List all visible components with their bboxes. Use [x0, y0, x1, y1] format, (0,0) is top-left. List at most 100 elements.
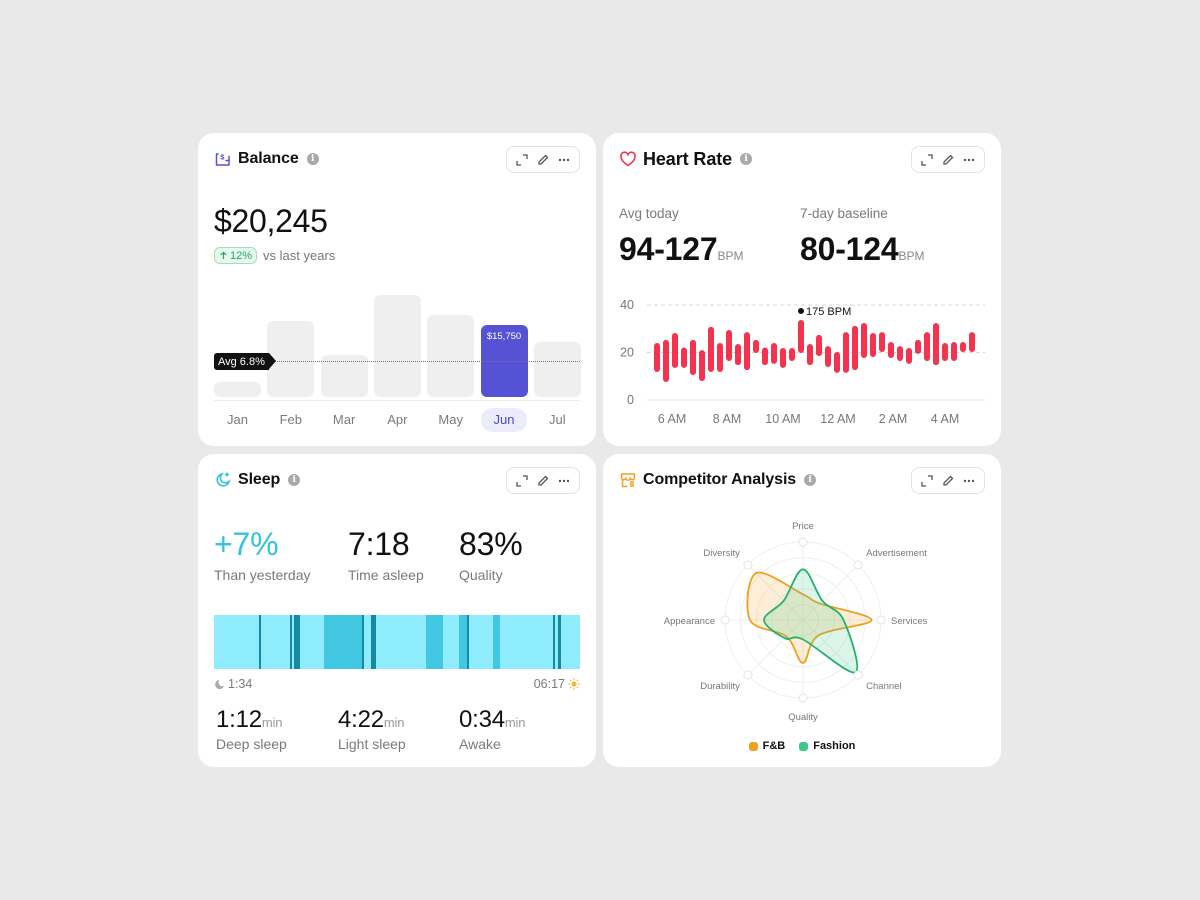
radar-node: [743, 560, 753, 570]
month-tab-mar[interactable]: Mar: [321, 408, 367, 432]
average-tag: Avg 6.8%: [214, 353, 276, 370]
hr-bar: [771, 343, 777, 364]
axis-label-durability: Durability: [700, 681, 740, 692]
competitor-analysis-card: Competitor Analysis i Price Advertisement…: [603, 454, 1001, 767]
light-sleep-value: 4:22min: [338, 706, 406, 734]
peak-label: 175 BPM: [806, 306, 851, 318]
month-tab-jan[interactable]: Jan: [215, 408, 261, 432]
edit-button[interactable]: [534, 472, 552, 490]
hr-bar: [870, 333, 876, 358]
radar-node: [853, 560, 863, 570]
bar-jan[interactable]: [214, 381, 261, 397]
hr-bar: [717, 343, 723, 372]
month-tab-feb[interactable]: Feb: [268, 408, 314, 432]
radar-legend: F&B Fashion: [603, 740, 1001, 752]
deep-sleep-value: 1:12min: [216, 706, 287, 734]
y-tick-label: 40: [620, 298, 634, 312]
x-tick-label: 8 AM: [713, 412, 742, 426]
month-tab-jul[interactable]: Jul: [534, 408, 580, 432]
hr-bar: [951, 342, 957, 362]
bar-apr[interactable]: [373, 295, 421, 397]
light-sleep-label: Light sleep: [338, 736, 406, 752]
sleep-segment-dark: [552, 615, 556, 669]
sleep-times: 1:34 06:17: [214, 677, 580, 691]
bar-may[interactable]: [427, 315, 475, 397]
month-tab-may[interactable]: May: [428, 408, 474, 432]
hr-bar: [879, 332, 885, 353]
hr-bar: [735, 343, 741, 366]
hr-bar: [897, 346, 903, 362]
legend-label: Fashion: [813, 740, 856, 752]
sleep-toolbar: [506, 467, 580, 494]
x-tick-label: 2 AM: [879, 412, 908, 426]
month-tab-apr[interactable]: Apr: [374, 408, 420, 432]
legend-item-fashion[interactable]: Fashion: [799, 740, 855, 752]
more-icon: [559, 479, 570, 482]
sleep-segment-dark: [370, 615, 377, 669]
sleep-title: Sleep: [238, 471, 281, 488]
hr-bar: [753, 339, 759, 353]
hr-bar: [654, 343, 660, 372]
info-icon[interactable]: i: [288, 474, 301, 486]
hr-bar: [843, 332, 849, 373]
awake-label: Awake: [459, 736, 501, 752]
balance-chart: $15,750 Avg 6.8% Jan Feb Mar Apr May Jun Jul: [198, 133, 596, 446]
more-button[interactable]: [555, 472, 573, 490]
x-tick-label: 12 AM: [820, 412, 855, 426]
awake-stat: 0:34min Awake: [459, 706, 525, 752]
axis-label-quality: Quality: [788, 712, 818, 723]
sleep-segment-dark: [466, 615, 470, 669]
legend-item-fb[interactable]: F&B: [748, 740, 785, 752]
hr-bar: [789, 347, 795, 362]
hr-bar: [942, 343, 948, 362]
deep-sleep-label: Deep sleep: [216, 736, 287, 752]
radar-node: [798, 693, 808, 703]
awake-value: 0:34min: [459, 706, 525, 734]
chart-baseline: [214, 400, 580, 401]
radar-node: [743, 670, 753, 680]
hr-bar: [762, 347, 768, 366]
expand-button[interactable]: [513, 472, 531, 490]
pencil-icon: [538, 475, 549, 486]
sleep-segment-dark: [558, 615, 561, 669]
legend-swatch: [748, 741, 758, 751]
hr-bar: [861, 323, 867, 358]
hr-bar: [699, 350, 705, 381]
bar-value-label: $15,750: [486, 331, 522, 342]
hr-bar: [780, 347, 786, 368]
moon-star-icon: [214, 471, 232, 489]
moon-icon: [215, 679, 225, 689]
sleep-segment-medium: [425, 615, 444, 669]
hr-bar: [708, 326, 714, 372]
heart-rate-card: Heart Rate i Avg today 94-127BPM 7-day b…: [603, 133, 1001, 446]
sleep-card: Sleep i +7% Than yesterday 7:18 Time asl…: [198, 454, 596, 767]
radar-node: [853, 670, 863, 680]
deep-sleep-stat: 1:12min Deep sleep: [216, 706, 287, 752]
x-tick-label: 6 AM: [658, 412, 687, 426]
sleep-segment-dark: [259, 615, 261, 669]
radar-node: [798, 537, 808, 547]
axis-label-price: Price: [792, 521, 814, 532]
average-line: [268, 361, 580, 362]
x-tick-label: 10 AM: [765, 412, 800, 426]
sleep-header: Sleep i: [214, 469, 301, 491]
hr-bar: [888, 342, 894, 358]
axis-label-diversity: Diversity: [703, 548, 740, 559]
hr-bar: [816, 334, 822, 357]
bar-jul[interactable]: [533, 342, 581, 397]
hr-bar: [672, 333, 678, 368]
hr-bar: [681, 347, 687, 368]
time-asleep-label: Time asleep: [348, 567, 424, 583]
hr-bar: [834, 352, 840, 373]
quality-stat: 83% Quality: [459, 526, 523, 583]
sleep-segment-dark: [294, 615, 300, 669]
deep-sleep-number: 1:12: [216, 706, 262, 733]
time-asleep-value: 7:18: [348, 526, 410, 562]
month-tab-jun[interactable]: Jun: [481, 408, 527, 432]
hr-bar: [969, 332, 975, 353]
radar-node: [876, 615, 886, 625]
sleep-change-stat: +7% Than yesterday: [214, 526, 311, 583]
hr-bar: [906, 347, 912, 364]
balance-card: $ Balance i $20,245 12% vs last years $1…: [198, 133, 596, 446]
sleep-segment-medium: [324, 615, 362, 669]
